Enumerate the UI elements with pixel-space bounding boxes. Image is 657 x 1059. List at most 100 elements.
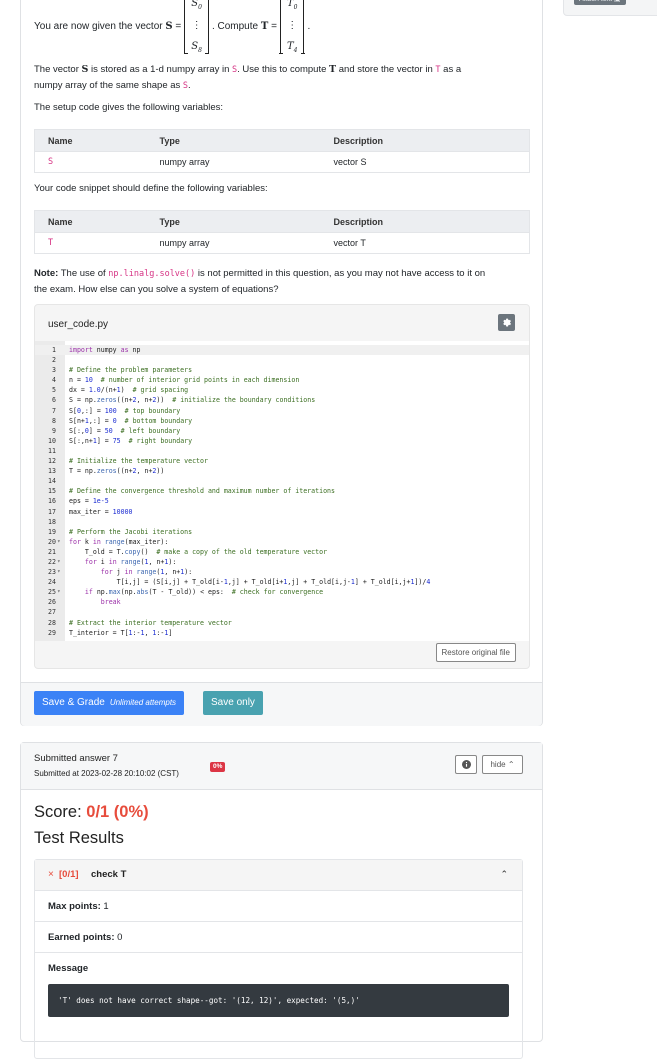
restore-original-file-button[interactable]: Restore original file [435, 643, 516, 662]
code-line[interactable]: 20 ▾ for k in range(max_iter): [35, 537, 529, 547]
code-line[interactable]: 22 ▾ for i in range(1, n+1): [35, 557, 529, 567]
code-text: for k in range(max_iter): [69, 537, 169, 546]
line-number: 9 [52, 426, 56, 435]
code-line[interactable]: 29 T_interior = T[1:-1, 1:-1] [35, 628, 529, 638]
code-editor[interactable]: 1 import numpy as np 2 3 # Define the proble… [35, 341, 529, 641]
code-line[interactable]: 18 [35, 517, 529, 527]
code-text: T = np.zeros((n+2, n+2)) [69, 467, 165, 476]
test-result-header[interactable]: × [0/1] check T ⌃ [35, 860, 522, 891]
code-line[interactable]: 9 S[:,0] = 50 # left boundary [35, 426, 529, 436]
code-line[interactable]: 21 T_old = T.copy() # make a copy of the… [35, 547, 529, 557]
line-number: 2 [52, 356, 56, 365]
code-line[interactable]: 14 [35, 476, 529, 486]
column-header: Type [146, 129, 321, 152]
code-line[interactable]: 2 [35, 355, 529, 365]
submission-header: Submitted answer 7 Submitted at 2023-02-… [21, 743, 542, 790]
editor-filename: user_code.py [48, 319, 109, 330]
chevron-up-icon[interactable]: ⌃ [500, 869, 508, 880]
line-number: 29 [48, 628, 56, 637]
code-text: dx = 1.0/(n+1) # grid spacing [69, 386, 189, 395]
line-number: 17 [48, 507, 56, 516]
line-number: 7 [52, 406, 56, 415]
score-line: Score: 0/1 (0%) [34, 803, 149, 821]
submission-title: Submitted answer 7 [34, 753, 118, 764]
test-result-card: × [0/1] check T ⌃ Max points: 1 Earned p… [34, 859, 523, 1059]
code-line[interactable]: 19 # Perform the Jacobi iterations [35, 527, 529, 537]
table-row: S numpy array vector S [34, 151, 530, 173]
save-only-button[interactable]: Save only [203, 691, 263, 715]
line-number: 16 [48, 497, 56, 506]
code-line[interactable]: 24 T[i,j] = (S[i,j] + T_old[i-1,j] + T_o… [35, 577, 529, 587]
code-line[interactable]: 12 # Initialize the temperature vector [35, 456, 529, 466]
code-text: # Perform the Jacobi iterations [69, 527, 193, 536]
code-text: for i in range(1, n+1): [84, 557, 177, 566]
attach-text-button[interactable]: Attach text ▣ [574, 0, 626, 5]
score-value: 0/1 (0%) [86, 803, 149, 821]
code-text: import numpy as np [69, 346, 141, 354]
editor-settings-button[interactable] [498, 314, 515, 331]
column-header: Description [320, 129, 530, 152]
submission-timestamp: Submitted at 2023-02-28 20:10:02 (CST) [34, 769, 179, 778]
code-line[interactable]: 28 # Extract the interior temperature vec… [35, 618, 529, 628]
code-line[interactable]: 1 import numpy as np [35, 345, 529, 356]
info-icon [461, 760, 471, 769]
code-text: # Extract the interior temperature vecto… [69, 618, 232, 627]
hide-submission-button[interactable]: hide ⌃ [482, 755, 523, 774]
line-number: 18 [48, 517, 56, 526]
define-text: Your code snippet should define the foll… [34, 183, 268, 194]
code-line[interactable]: 6 S = np.zeros((n+2, n+2)) # initialize t… [35, 395, 529, 405]
chevron-up-icon: ⌃ [507, 760, 515, 769]
code-line[interactable]: 7 S[0,:] = 100 # top boundary [35, 406, 529, 416]
line-number: 1 [52, 346, 56, 354]
test-message: 'T' does not have correct shape--got: '(… [48, 984, 509, 1017]
line-number: 4 [52, 376, 56, 385]
fold-toggle-icon[interactable]: ▾ [57, 587, 61, 597]
question-card: You are now given the vector S = S0 ⋮ S8… [20, 0, 543, 726]
code-line[interactable]: 15 # Define the convergence threshold and… [35, 486, 529, 496]
code-line[interactable]: 26 break [35, 597, 529, 607]
fail-icon: × [48, 869, 54, 880]
save-and-grade-button[interactable]: Save & Grade Unlimited attempts [34, 691, 185, 715]
line-number: 21 [48, 547, 56, 556]
line-number: 6 [52, 396, 56, 405]
line-number: 3 [52, 366, 56, 375]
code-line[interactable]: 16 eps = 1e-5 [35, 496, 529, 506]
code-text: T_old = T.copy() # make a copy of the ol… [69, 547, 328, 556]
test-points: [0/1] [59, 869, 79, 880]
code-line[interactable]: 23 ▾ for j in range(1, n+1): [35, 567, 529, 577]
code-line[interactable]: 8 S[n+1,:] = 0 # bottom boundary [35, 416, 529, 426]
code-text: T[i,j] = (S[i,j] + T_old[i-1,j] + T_old[… [69, 578, 431, 587]
code-text: S[:,0] = 50 # left boundary [69, 426, 181, 435]
fold-toggle-icon[interactable]: ▾ [57, 557, 61, 567]
line-number: 24 [48, 578, 56, 587]
code-line[interactable]: 10 S[:,n+1] = 75 # right boundary [35, 436, 529, 446]
code-text: max_iter = 10000 [69, 507, 133, 516]
test-results-title: Test Results [34, 829, 124, 847]
code-line[interactable]: 3 # Define the problem parameters [35, 365, 529, 375]
earned-points-row: Earned points: 0 [35, 922, 522, 953]
code-line[interactable]: 25 ▾ if np.max(np.abs(T - T_old)) < eps: … [35, 587, 529, 597]
line-number: 23 [48, 568, 56, 577]
code-line[interactable]: 11 [35, 446, 529, 456]
note-text: Note: The use of np.linalg.solve() is no… [34, 268, 486, 295]
question-footer: Save & Grade Unlimited attempts Save only [21, 682, 542, 726]
line-number: 26 [48, 598, 56, 607]
test-name: check T [91, 869, 127, 880]
column-header: Type [146, 210, 321, 233]
code-line[interactable]: 17 max_iter = 10000 [35, 507, 529, 517]
line-number: 5 [52, 386, 56, 395]
code-line[interactable]: 4 n = 10 # number of interior grid points… [35, 375, 529, 385]
line-number: 15 [48, 487, 56, 496]
code-line[interactable]: 27 [35, 607, 529, 617]
code-line[interactable]: 5 dx = 1.0/(n+1) # grid spacing [35, 385, 529, 395]
line-number: 11 [48, 446, 56, 455]
line-number: 13 [48, 467, 56, 476]
line-number: 28 [48, 618, 56, 627]
code-line[interactable]: 13 T = np.zeros((n+2, n+2)) [35, 466, 529, 476]
code-text: for j in range(1, n+1): [100, 568, 193, 577]
line-number: 8 [52, 416, 56, 425]
line-number: 19 [48, 527, 56, 536]
submission-info-button[interactable] [455, 755, 477, 774]
fold-toggle-icon[interactable]: ▾ [57, 537, 61, 547]
fold-toggle-icon[interactable]: ▾ [57, 567, 61, 577]
